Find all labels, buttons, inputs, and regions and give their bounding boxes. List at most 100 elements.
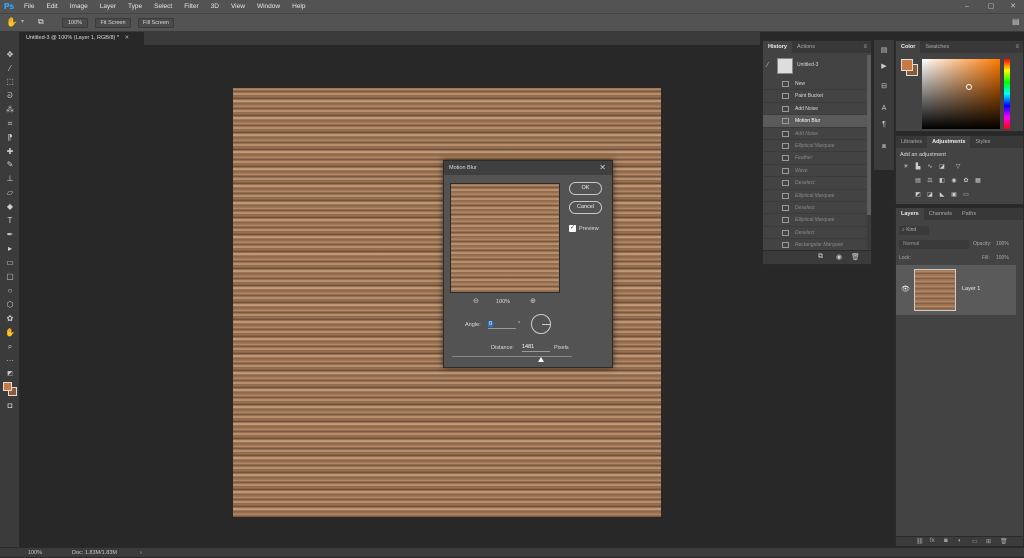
history-item[interactable]: Add Noise	[763, 128, 867, 140]
tab-layers[interactable]: Layers	[896, 208, 924, 220]
link-layers-icon[interactable]: ⛓	[916, 538, 924, 545]
group-icon[interactable]: ▭	[972, 538, 978, 545]
menu-filter[interactable]: Filter	[178, 0, 204, 13]
history-item[interactable]: Elliptical Marquee	[763, 214, 867, 227]
workspace-icon[interactable]: ▤	[1012, 17, 1020, 26]
hue-saturation-icon[interactable]: ▤	[914, 178, 922, 185]
exposure-icon[interactable]: ◪	[938, 164, 946, 171]
menu-layer[interactable]: Layer	[94, 0, 122, 13]
tab-color[interactable]: Color	[896, 41, 921, 53]
menu-help[interactable]: Help	[286, 0, 311, 13]
layer-mask-icon[interactable]: ◙	[944, 538, 948, 544]
actions-panel-icon[interactable]: ▶	[879, 62, 889, 72]
artboard-tool-icon[interactable]: ⁄	[4, 63, 16, 74]
photo-filter-icon[interactable]: ◉	[950, 178, 958, 185]
crop-tool-icon[interactable]: ⌗	[4, 118, 16, 129]
cancel-button[interactable]: Cancel	[569, 201, 602, 214]
document-tab[interactable]: Untitled-3 @ 100% (Layer 1, RGB/8) * ✕	[20, 32, 144, 45]
brightness-contrast-icon[interactable]: ☀	[902, 164, 910, 171]
close-tab-icon[interactable]: ✕	[125, 35, 130, 41]
vibrance-icon[interactable]: ▽	[954, 164, 962, 171]
distance-slider[interactable]	[452, 356, 572, 357]
history-snapshot[interactable]: ⁄ Untitled-3	[763, 55, 867, 77]
eraser-tool-icon[interactable]: ▱	[4, 187, 16, 198]
adjustment-layer-icon[interactable]: ◐	[958, 538, 962, 544]
tab-paths[interactable]: Paths	[957, 208, 981, 220]
history-scrollbar[interactable]	[867, 55, 871, 249]
lasso-tool-icon[interactable]: ᘐ	[4, 90, 16, 101]
invert-icon[interactable]: ◩	[914, 192, 922, 199]
tab-swatches[interactable]: Swatches	[920, 41, 954, 53]
black-white-icon[interactable]: ◧	[938, 178, 946, 185]
history-item[interactable]: Paint Bucket	[763, 90, 867, 103]
more-tools-icon[interactable]: ···	[4, 355, 16, 366]
color-balance-icon[interactable]: ⚖	[926, 178, 934, 185]
curves-icon[interactable]: ∿	[926, 164, 934, 171]
paint-bucket-tool-icon[interactable]: ◆	[4, 201, 16, 212]
panel-menu-icon[interactable]: ≡	[1015, 44, 1023, 50]
history-item[interactable]: New	[763, 78, 867, 91]
pen-tool-icon[interactable]: ✒	[4, 229, 16, 240]
posterize-icon[interactable]: ◪	[926, 192, 934, 199]
character-panel-icon[interactable]: A	[879, 104, 889, 114]
hand-tool-icon[interactable]: ✋	[6, 17, 17, 28]
selective-color-icon[interactable]: ▣	[950, 192, 958, 199]
filter-preview[interactable]	[450, 183, 560, 293]
polygon-tool-icon[interactable]: ⬡	[4, 299, 16, 310]
restore-icon[interactable]: ▢	[984, 0, 998, 13]
layer-row[interactable]: 👁 Layer 1	[896, 265, 1016, 315]
minimize-icon[interactable]: –	[960, 0, 974, 13]
ellipse-tool-icon[interactable]: ○	[4, 285, 16, 296]
tab-history[interactable]: History	[763, 41, 792, 53]
glyphs-panel-icon[interactable]: ⧈	[879, 142, 889, 152]
hue-slider[interactable]	[1004, 59, 1010, 129]
properties-panel-icon[interactable]: ⊟	[879, 82, 889, 92]
menu-window[interactable]: Window	[251, 0, 286, 13]
menu-edit[interactable]: Edit	[40, 0, 63, 13]
levels-icon[interactable]: ▙	[914, 164, 922, 171]
history-item[interactable]: Feather	[763, 152, 867, 165]
distance-slider-thumb[interactable]	[537, 357, 544, 362]
camera-icon[interactable]: ◉	[836, 253, 842, 261]
opacity-value[interactable]: 100%	[996, 240, 1009, 249]
layer-style-icon[interactable]: fx	[930, 538, 935, 544]
screen-mode-icon[interactable]	[4, 404, 16, 415]
marquee-tool-icon[interactable]: ⬚	[4, 76, 16, 87]
threshold-icon[interactable]: ◣	[938, 192, 946, 199]
history-item[interactable]: Elliptical Marquee	[763, 140, 867, 153]
history-item[interactable]: Wave	[763, 165, 867, 178]
rounded-rectangle-tool-icon[interactable]: ▢	[4, 271, 16, 282]
custom-shape-tool-icon[interactable]: ✿	[4, 313, 16, 324]
new-layer-icon[interactable]: ⊞	[986, 538, 991, 545]
history-panel-icon[interactable]: ▤	[879, 46, 889, 56]
tab-adjustments[interactable]: Adjustments	[927, 136, 971, 148]
brush-tool-icon[interactable]: ✎	[4, 159, 16, 170]
ok-button[interactable]: OK	[569, 182, 602, 195]
history-item[interactable]: Deselect	[763, 227, 867, 240]
angle-dial[interactable]	[531, 314, 551, 334]
tab-channels[interactable]: Channels	[924, 208, 957, 220]
channel-mixer-icon[interactable]: ✿	[962, 178, 970, 185]
fit-screen-button[interactable]: Fit Screen	[95, 18, 131, 28]
new-document-from-state-icon[interactable]: ⧉	[818, 253, 823, 261]
zoom-out-icon[interactable]: ⊖	[473, 297, 479, 306]
dialog-title-bar[interactable]: Motion Blur ✕	[444, 161, 612, 175]
layer-name[interactable]: Layer 1	[962, 286, 980, 292]
tab-actions[interactable]: Actions	[792, 41, 820, 53]
foreground-color-swatch[interactable]	[901, 59, 913, 71]
tab-libraries[interactable]: Libraries	[896, 136, 927, 148]
preview-checkbox[interactable]: ✓	[569, 225, 576, 232]
tool-preset-dropdown-icon[interactable]: ▾	[21, 18, 24, 25]
close-icon[interactable]: ✕	[599, 161, 606, 175]
color-picker-handle[interactable]	[966, 84, 972, 90]
clone-stamp-tool-icon[interactable]: ⊥	[4, 173, 16, 184]
angle-input[interactable]: 0	[488, 320, 516, 329]
menu-image[interactable]: Image	[64, 0, 94, 13]
visibility-eye-icon[interactable]: 👁	[901, 285, 910, 293]
foreground-color-swatch[interactable]	[3, 382, 12, 391]
zoom-in-icon[interactable]: ⊕	[530, 297, 536, 306]
menu-3d[interactable]: 3D	[205, 0, 225, 13]
trash-icon[interactable]: 🗑	[1000, 538, 1008, 545]
menu-select[interactable]: Select	[148, 0, 178, 13]
panel-menu-icon[interactable]: ≡	[863, 44, 871, 50]
